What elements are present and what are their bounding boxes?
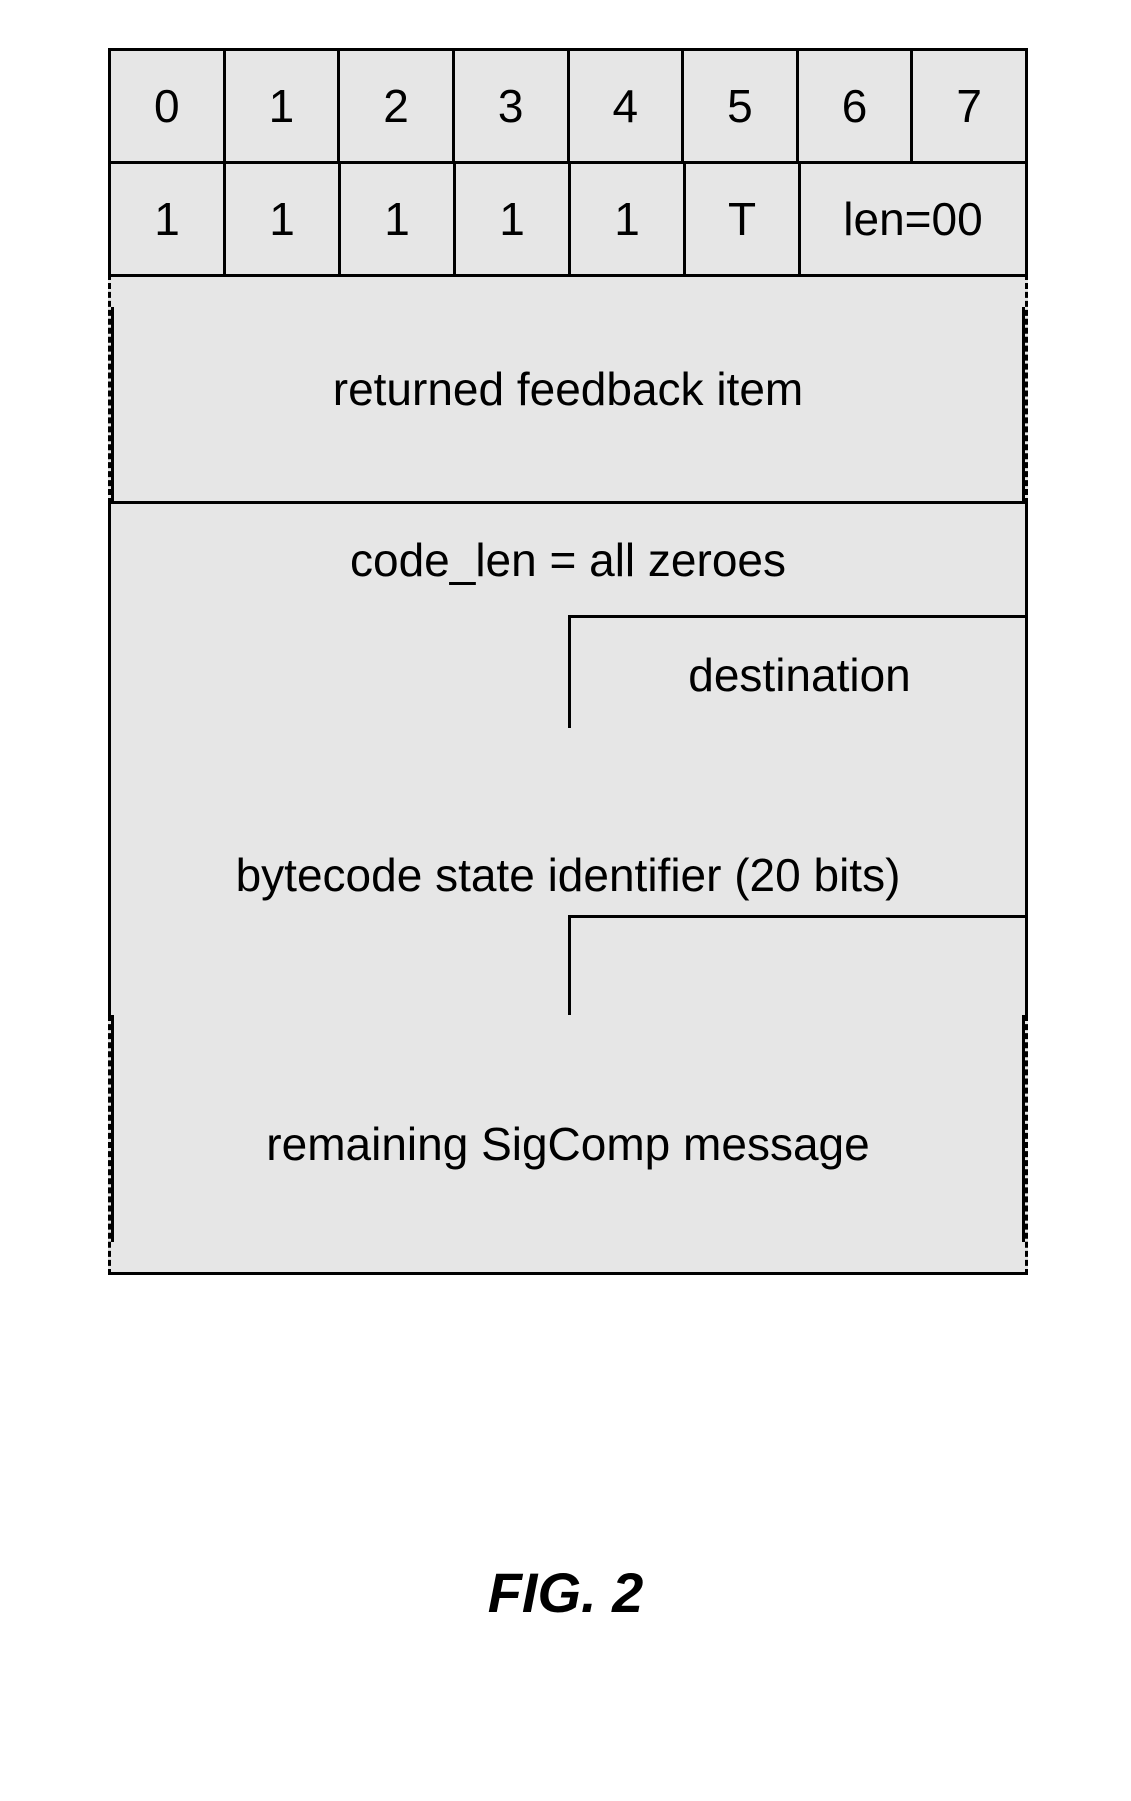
bit-6: 6 [796, 48, 914, 164]
feedback-label: returned feedback item [333, 362, 804, 416]
bytecode-label: bytecode state identifier (20 bits) [108, 848, 1028, 902]
byte0-bit0: 1 [108, 161, 226, 277]
byte0-bit1: 1 [223, 161, 341, 277]
bytecode-state-identifier-field: bytecode state identifier (20 bits) [108, 728, 1028, 1018]
byte0-bit2: 1 [338, 161, 456, 277]
byte0-len-field: len=00 [798, 161, 1028, 277]
byte0-t-flag: T [683, 161, 801, 277]
destination-label: destination [688, 648, 911, 702]
first-byte-row: 1 1 1 1 1 T len=00 [108, 161, 1028, 277]
remaining-sigcomp-message-field: remaining SigComp message [108, 1015, 1028, 1275]
bit-0: 0 [108, 48, 226, 164]
destination-field: destination [568, 615, 1028, 731]
bit-1: 1 [223, 48, 341, 164]
byte0-bit3: 1 [453, 161, 571, 277]
remaining-label: remaining SigComp message [266, 1117, 869, 1171]
sigcomp-message-format-diagram: 0 1 2 3 4 5 6 7 1 1 1 1 1 T len=00 retur… [108, 48, 1028, 1275]
bit-5: 5 [681, 48, 799, 164]
bit-2: 2 [337, 48, 455, 164]
bit-3: 3 [452, 48, 570, 164]
code-len-destination-field: code_len = all zeroes destination [108, 501, 1028, 731]
byte0-bit4: 1 [568, 161, 686, 277]
bit-4: 4 [567, 48, 685, 164]
code-len-label: code_len = all zeroes [108, 533, 1028, 587]
bit-header-row: 0 1 2 3 4 5 6 7 [108, 48, 1028, 164]
bit-7: 7 [910, 48, 1028, 164]
returned-feedback-item-field: returned feedback item [108, 274, 1028, 504]
figure-caption: FIG. 2 [0, 1560, 1131, 1625]
page: 0 1 2 3 4 5 6 7 1 1 1 1 1 T len=00 retur… [0, 0, 1131, 1801]
